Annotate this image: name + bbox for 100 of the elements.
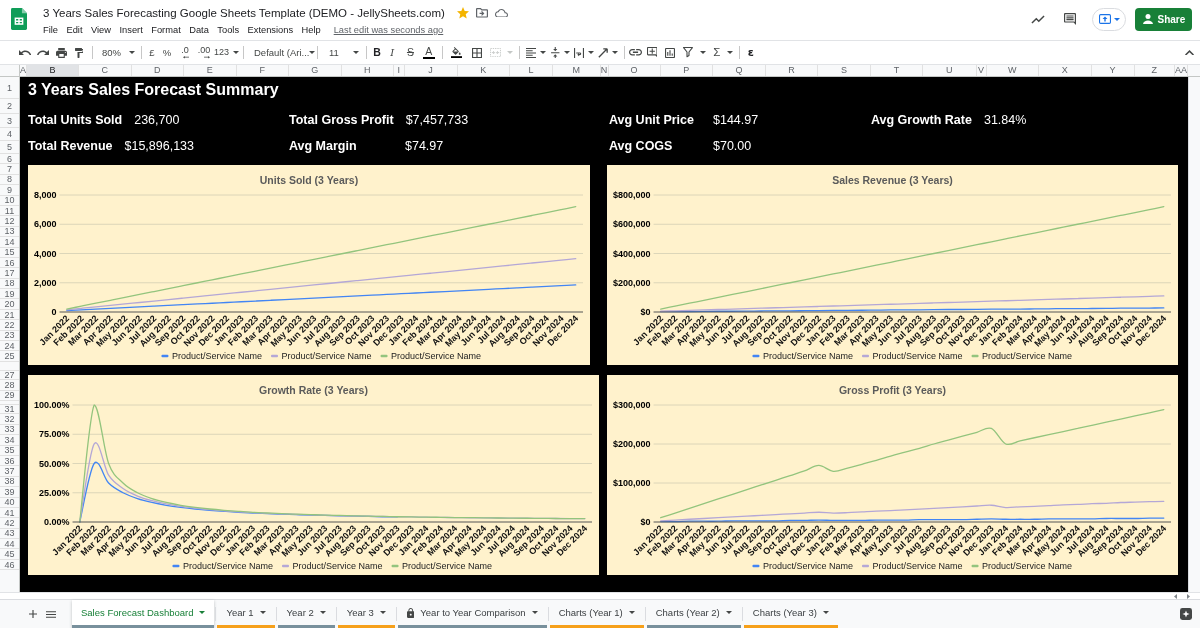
row-header[interactable]: 17 <box>0 268 19 279</box>
sheet-tab[interactable]: Year 1 <box>217 600 275 628</box>
row-header[interactable]: 21 <box>0 309 19 321</box>
row-header[interactable]: 43 <box>0 528 19 540</box>
row-header[interactable]: 2 <box>0 99 19 114</box>
extension-button[interactable]: ε <box>747 47 754 58</box>
sheet-tab[interactable]: Year 2 <box>277 600 335 628</box>
row-header[interactable]: 22 <box>0 320 19 331</box>
row-header[interactable]: 38 <box>0 476 19 488</box>
row-header[interactable]: 18 <box>0 278 19 290</box>
caret-icon[interactable] <box>588 51 595 54</box>
menu-item[interactable]: File <box>43 25 58 35</box>
italic-button[interactable]: I <box>390 47 395 58</box>
row-header[interactable]: 41 <box>0 507 19 519</box>
chevron-up-icon[interactable] <box>1184 49 1194 56</box>
last-edit-link[interactable]: Last edit was seconds ago <box>333 25 444 35</box>
column-header[interactable]: M <box>553 65 601 76</box>
paint-roller-icon[interactable] <box>74 47 84 58</box>
row-header[interactable]: 3 <box>0 114 19 128</box>
link-icon[interactable] <box>629 49 643 56</box>
column-header[interactable]: S <box>818 65 871 76</box>
column-header[interactable]: L <box>510 65 553 76</box>
column-header[interactable]: H <box>341 65 394 76</box>
column-header[interactable]: C <box>79 65 132 76</box>
column-header[interactable]: K <box>457 65 510 76</box>
row-header[interactable]: 27 <box>0 369 19 381</box>
functions-button[interactable]: Σ <box>713 46 721 59</box>
column-header[interactable]: AA <box>1175 65 1188 76</box>
comment-icon[interactable] <box>1064 13 1076 25</box>
row-header[interactable]: 29 <box>0 390 19 401</box>
wrap-arrow-icon[interactable] <box>574 47 585 58</box>
text-color-button[interactable]: A <box>422 45 435 60</box>
list-icon[interactable] <box>46 610 56 618</box>
column-header[interactable]: B <box>27 65 79 76</box>
row-header[interactable]: 31 <box>0 404 19 415</box>
print-icon[interactable] <box>55 47 67 58</box>
row-header[interactable]: 32 <box>0 414 19 425</box>
row-header[interactable]: 9 <box>0 185 19 196</box>
sparkle-icon[interactable] <box>1180 608 1192 620</box>
column-header[interactable]: T <box>871 65 923 76</box>
row-header[interactable]: 6 <box>0 154 19 165</box>
row-header[interactable]: 39 <box>0 487 19 498</box>
row-header[interactable]: 4 <box>0 128 19 141</box>
cloud-icon[interactable] <box>494 8 508 18</box>
decrease-decimals-button[interactable]: .0 <box>181 46 189 59</box>
row-header[interactable]: 37 <box>0 466 19 477</box>
strikethrough-button[interactable]: S <box>406 47 414 58</box>
sheet-tab[interactable]: Charts (Year 2) <box>646 600 741 628</box>
menu-item[interactable]: Insert <box>119 25 143 35</box>
row-header[interactable]: 34 <box>0 435 19 446</box>
column-header[interactable]: R <box>766 65 818 76</box>
row-header[interactable]: 25 <box>0 351 19 362</box>
present-button[interactable] <box>1092 7 1126 31</box>
row-header[interactable]: 36 <box>0 455 19 467</box>
vertical-scrollbar[interactable] <box>1188 77 1200 592</box>
row-header[interactable]: 45 <box>0 549 19 560</box>
increase-decimals-button[interactable]: .00 <box>197 46 211 59</box>
row-header[interactable]: 8 <box>0 174 19 186</box>
row-header[interactable]: 44 <box>0 539 19 550</box>
column-header[interactable]: J <box>404 65 458 76</box>
row-header[interactable]: 19 <box>0 289 19 300</box>
sheets-logo-icon[interactable] <box>11 8 27 30</box>
caret-icon[interactable] <box>564 51 571 54</box>
grid-icon[interactable] <box>471 47 482 58</box>
caret-icon[interactable] <box>726 51 733 54</box>
bold-button[interactable]: B <box>373 47 381 58</box>
sheet-tab[interactable]: Sales Forecast Dashboard <box>72 600 215 628</box>
star-icon[interactable] <box>456 7 469 19</box>
row-header[interactable]: 33 <box>0 424 19 436</box>
vertical-arrows-icon[interactable] <box>551 46 560 59</box>
font-size-dropdown[interactable]: 11 <box>322 47 362 58</box>
row-header[interactable]: 5 <box>0 141 19 154</box>
row-header[interactable]: 13 <box>0 226 19 238</box>
column-header[interactable]: P <box>660 65 713 76</box>
number-format-dropdown[interactable]: 123 <box>214 48 239 57</box>
row-header[interactable]: 16 <box>0 257 19 269</box>
row-header[interactable]: 10 <box>0 195 19 206</box>
row-header[interactable]: 14 <box>0 237 19 248</box>
menu-item[interactable]: Data <box>189 25 209 35</box>
sheet-tab[interactable]: Year to Year Comparison <box>397 600 547 628</box>
row-header[interactable]: 23 <box>0 330 19 342</box>
row-header[interactable]: 20 <box>0 299 19 310</box>
row-header[interactable]: 7 <box>0 164 19 175</box>
filter-icon[interactable] <box>682 47 693 58</box>
column-header[interactable]: U <box>923 65 977 76</box>
row-header[interactable]: 1 <box>0 77 19 99</box>
column-header[interactable]: Y <box>1091 65 1135 76</box>
chevron-left-icon[interactable] <box>1174 593 1177 599</box>
row-header[interactable]: 28 <box>0 380 19 391</box>
row-header[interactable]: 35 <box>0 445 19 456</box>
sheet-tab[interactable]: Year 3 <box>337 600 395 628</box>
undo-icon[interactable] <box>19 49 31 56</box>
column-header[interactable]: Z <box>1134 65 1175 76</box>
sheet-tab[interactable]: Charts (Year 1) <box>549 600 644 628</box>
row-header[interactable]: 42 <box>0 518 19 529</box>
paint-bucket-icon[interactable] <box>451 47 463 58</box>
column-header[interactable]: O <box>608 65 661 76</box>
bar-chart-icon[interactable] <box>664 47 675 58</box>
menu-item[interactable]: Extensions <box>247 25 294 35</box>
column-header[interactable]: F <box>236 65 289 76</box>
